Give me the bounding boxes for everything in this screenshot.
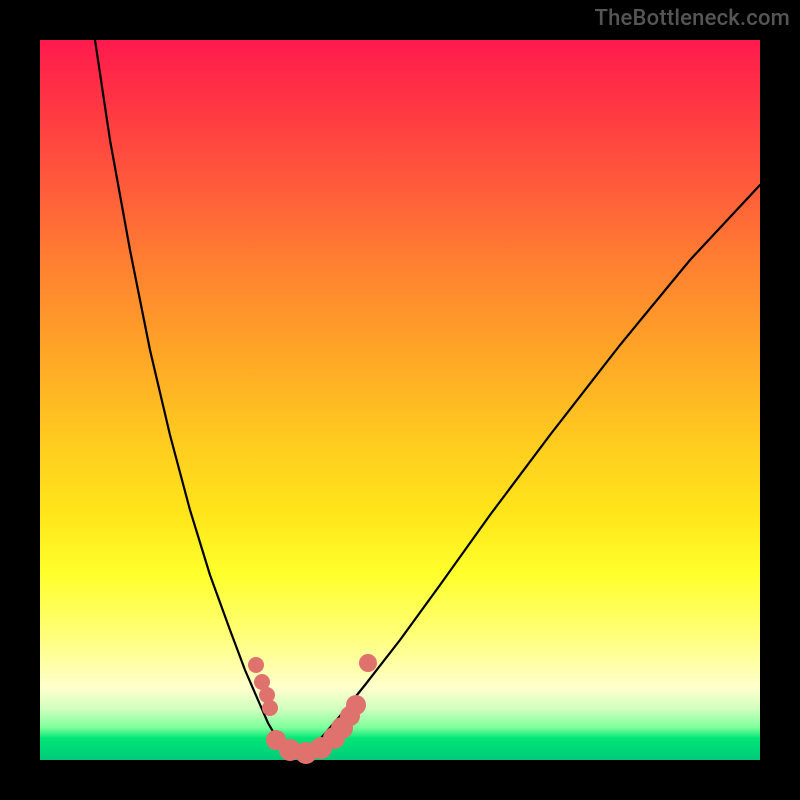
marker-group [248,654,377,764]
chart-svg [40,40,760,760]
watermark-text: TheBottleneck.com [595,6,790,31]
curve-marker [248,657,264,673]
frame: TheBottleneck.com [0,0,800,800]
curve-left-branch [95,40,296,757]
curve-marker [346,695,366,715]
curve-marker [359,654,377,672]
plot-area [40,40,760,760]
curve-marker [262,700,278,716]
